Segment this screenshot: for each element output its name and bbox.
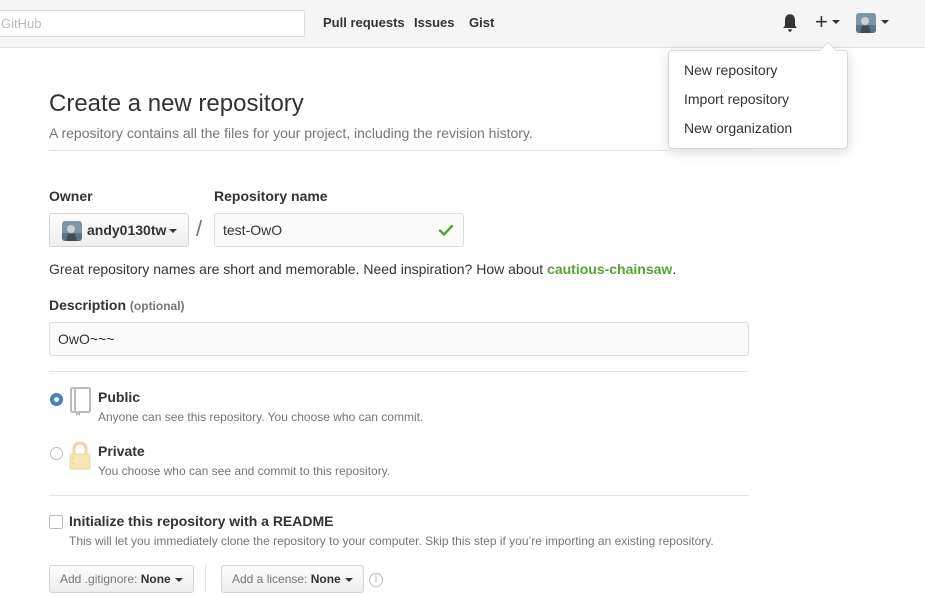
license-label: Add a license: xyxy=(232,572,308,586)
owner-name: andy0130tw xyxy=(87,222,167,238)
private-title: Private xyxy=(98,443,145,459)
lock-icon xyxy=(69,441,91,470)
check-icon xyxy=(438,224,454,236)
license-value: None xyxy=(310,572,341,586)
public-title: Public xyxy=(98,389,141,405)
nav-gist[interactable]: Gist xyxy=(469,15,494,30)
chevron-down-icon xyxy=(174,577,183,582)
description-input[interactable] xyxy=(49,322,749,356)
suggestion-end: . xyxy=(672,261,677,277)
gitignore-value: None xyxy=(140,572,171,586)
owner-avatar xyxy=(62,221,82,241)
menu-item-new-organization[interactable]: New organization xyxy=(669,115,847,144)
private-description: You choose who can see and commit to thi… xyxy=(98,464,391,478)
repo-icon xyxy=(70,387,91,416)
license-select-button[interactable]: Add a license: None xyxy=(221,565,364,593)
suggestion-text: Great repository names are short and mem… xyxy=(49,261,544,277)
avatar[interactable] xyxy=(856,13,876,33)
readme-description: This will let you immediately clone the … xyxy=(69,534,714,548)
divider xyxy=(49,150,749,151)
public-description: Anyone can see this repository. You choo… xyxy=(98,410,424,424)
readme-checkbox[interactable] xyxy=(49,515,63,529)
public-radio[interactable] xyxy=(50,393,63,406)
owner-select-button[interactable]: andy0130tw xyxy=(49,213,189,247)
nav-issues[interactable]: Issues xyxy=(414,15,454,30)
suggested-name-link[interactable]: cautious-chainsaw xyxy=(547,261,672,277)
chevron-down-icon xyxy=(344,577,353,582)
top-header: Pull requests Issues Gist + xyxy=(0,0,925,48)
menu-item-new-repository[interactable]: New repository xyxy=(669,57,847,86)
create-new-dropdown: New repository Import repository New org… xyxy=(668,42,848,149)
bell-icon[interactable] xyxy=(781,13,799,33)
divider xyxy=(49,371,749,372)
owner-repo-separator: / xyxy=(196,216,203,241)
description-label-row: Description (optional) xyxy=(49,297,185,313)
page-subtitle: A repository contains all the files for … xyxy=(49,125,533,141)
divider xyxy=(205,565,206,593)
nav-pull-requests[interactable]: Pull requests xyxy=(323,15,405,30)
private-radio[interactable] xyxy=(50,447,63,460)
name-suggestion: Great repository names are short and mem… xyxy=(49,261,676,277)
info-icon[interactable]: i xyxy=(369,573,383,587)
repository-name-input[interactable] xyxy=(214,213,464,247)
chevron-down-icon xyxy=(169,229,177,233)
chevron-down-icon[interactable] xyxy=(832,20,840,24)
menu-item-import-repository[interactable]: Import repository xyxy=(669,86,847,115)
gitignore-label: Add .gitignore: xyxy=(60,572,138,586)
repo-name-label: Repository name xyxy=(214,188,328,204)
search-input[interactable] xyxy=(0,10,305,37)
optional-tag: (optional) xyxy=(129,299,185,313)
owner-label: Owner xyxy=(49,188,93,204)
plus-icon[interactable]: + xyxy=(815,11,828,33)
readme-title: Initialize this repository with a README xyxy=(69,513,334,529)
gitignore-select-button[interactable]: Add .gitignore: None xyxy=(49,565,194,593)
page-title: Create a new repository xyxy=(49,90,304,117)
chevron-down-icon[interactable] xyxy=(881,20,889,24)
divider xyxy=(49,495,749,496)
description-label: Description xyxy=(49,297,127,313)
